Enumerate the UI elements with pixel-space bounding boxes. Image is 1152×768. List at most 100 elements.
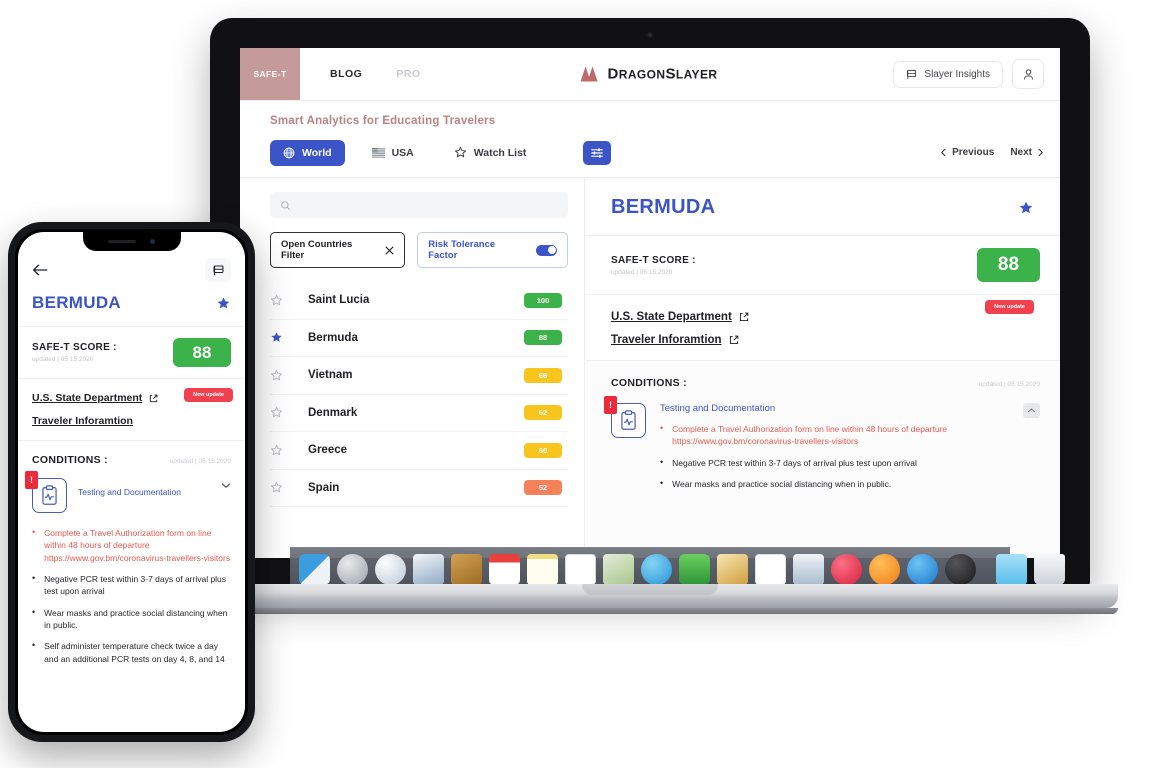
bullet-dot: • <box>32 572 36 583</box>
filter-chips: Open Countries Filter Risk Tolerance Fac… <box>270 232 568 268</box>
flag-icon[interactable] <box>205 258 231 282</box>
phone-mockup: BERMUDA SAFE-T SCORE : updated | 05.15.2… <box>8 222 255 742</box>
country-row[interactable]: Vietnam 68 <box>270 357 568 395</box>
slayer-insights-button[interactable]: Slayer Insights <box>893 60 1003 88</box>
tab-watch-list[interactable]: Watch List <box>441 139 540 166</box>
page-tagline: Smart Analytics for Educating Travelers <box>270 115 496 127</box>
star-outline-icon[interactable] <box>270 369 308 382</box>
detail-header: BERMUDA <box>585 178 1060 236</box>
search-field[interactable] <box>297 199 558 211</box>
country-score-badge: 68 <box>524 367 562 383</box>
search-input[interactable] <box>270 192 568 218</box>
condition-bullet: • Complete a Travel Authorization form o… <box>32 527 231 564</box>
app-navbar: SAFE-T BLOG PRO DRAGONSLAYER Slayer Insi… <box>240 48 1060 101</box>
conditions-section: CONDITIONS : updated | 05.15.2020 ! Test… <box>585 361 1060 500</box>
link-traveler-information[interactable]: Traveler Inforamtion <box>611 334 1040 346</box>
speaker-icon <box>108 240 136 243</box>
country-name: Saint Lucia <box>308 294 370 307</box>
star-outline-icon[interactable] <box>270 406 308 419</box>
tab-world[interactable]: World <box>270 139 345 166</box>
link-traveler-information[interactable]: Traveler Inforamtion <box>32 415 231 427</box>
person-icon <box>1022 68 1035 81</box>
account-button[interactable] <box>1012 59 1044 89</box>
country-name: Spain <box>308 481 340 494</box>
brand-logo: DRAGONSLAYER <box>580 66 718 83</box>
condition-bullet-text: Wear masks and practice social distancin… <box>44 607 228 630</box>
chevron-down-icon[interactable] <box>221 482 231 489</box>
condition-bullet-text: Complete a Travel Authorization form on … <box>44 528 231 563</box>
country-row[interactable]: Greece 60 <box>270 432 568 470</box>
phone-condition-content: Testing and Documentation <box>78 478 231 500</box>
country-row[interactable]: Bermuda 88 <box>270 320 568 357</box>
photos-icon[interactable] <box>413 554 444 585</box>
keynote-icon[interactable] <box>793 554 824 585</box>
arrow-left-icon[interactable] <box>32 263 49 277</box>
reminders-icon[interactable] <box>565 554 596 585</box>
star-filled-icon[interactable] <box>270 331 308 344</box>
country-name: Denmark <box>308 406 358 419</box>
star-outline-icon[interactable] <box>270 444 308 457</box>
link-us-state-department[interactable]: U.S. State Department <box>611 311 1040 323</box>
alert-badge: ! <box>25 471 38 489</box>
bullet-dot: • <box>660 423 664 433</box>
globe-icon <box>283 147 295 159</box>
star-filled-icon[interactable] <box>216 296 231 311</box>
condition-icon-wrap: ! <box>604 396 646 499</box>
system-preferences-icon[interactable] <box>945 554 976 585</box>
safet-score-label: SAFE-T SCORE : <box>611 254 696 266</box>
notes-icon[interactable] <box>527 554 558 585</box>
pages-icon[interactable] <box>717 554 748 585</box>
condition-bullet-text: Wear masks and practice social distancin… <box>672 478 892 489</box>
star-outline-icon[interactable] <box>270 294 308 307</box>
phone-condition-group: ! Testing and Documentation <box>18 466 245 513</box>
nav-tab-safet[interactable]: SAFE-T <box>240 48 300 100</box>
ibooks-icon[interactable] <box>869 554 900 585</box>
screenshot-stage: SAFE-T BLOG PRO DRAGONSLAYER Slayer Insi… <box>0 0 1152 768</box>
chevron-up-icon[interactable] <box>1023 403 1040 418</box>
country-row[interactable]: Spain 52 <box>270 470 568 507</box>
contacts-icon[interactable] <box>451 554 482 585</box>
itunes-icon[interactable] <box>831 554 862 585</box>
star-filled-icon[interactable] <box>1018 200 1034 216</box>
tab-usa[interactable]: USA <box>359 140 427 166</box>
finder-icon[interactable] <box>299 554 330 585</box>
country-name: Bermuda <box>308 331 358 344</box>
risk-tolerance-chip[interactable]: Risk Tolerance Factor <box>417 232 568 268</box>
chevron-left-icon <box>941 148 946 157</box>
sliders-icon <box>590 146 604 160</box>
conditions-title: CONDITIONS : <box>611 377 687 389</box>
messages-icon[interactable] <box>641 554 672 585</box>
country-name: Greece <box>308 444 348 457</box>
condition-bullets: • Complete a Travel Authorization form o… <box>660 423 1040 490</box>
phone-score-section: SAFE-T SCORE : updated | 05.15.2020 88 <box>18 327 245 379</box>
maps-icon[interactable] <box>603 554 634 585</box>
country-row[interactable]: Denmark 62 <box>270 395 568 432</box>
trash-icon[interactable] <box>1034 554 1065 585</box>
conditions-title: CONDITIONS : <box>32 454 108 466</box>
risk-tolerance-toggle[interactable] <box>536 244 557 256</box>
condition-bullet-text: Complete a Travel Authorization form on … <box>672 424 948 447</box>
downloads-folder-icon[interactable] <box>996 554 1027 585</box>
webcam-icon <box>647 32 653 38</box>
app-store-icon[interactable] <box>907 554 938 585</box>
laptop-screen: SAFE-T BLOG PRO DRAGONSLAYER Slayer Insi… <box>240 48 1060 558</box>
star-outline-icon[interactable] <box>270 481 308 494</box>
condition-bullet: • Wear masks and practice social distanc… <box>32 607 231 632</box>
filter-settings-button[interactable] <box>583 140 612 165</box>
next-button[interactable]: Next <box>1010 147 1044 158</box>
pagination: Previous Next <box>940 147 1044 158</box>
numbers-icon[interactable] <box>755 554 786 585</box>
previous-button[interactable]: Previous <box>940 147 994 158</box>
app-content: Open Countries Filter Risk Tolerance Fac… <box>240 178 1060 557</box>
safet-score-updated: updated | 05.15.2020 <box>32 356 94 363</box>
safari-icon[interactable] <box>375 554 406 585</box>
condition-bullet: • Negative PCR test within 3-7 days of a… <box>660 457 1040 469</box>
nav-link-pro[interactable]: PRO <box>396 68 420 80</box>
nav-link-blog[interactable]: BLOG <box>330 68 362 80</box>
launchpad-icon[interactable] <box>337 554 368 585</box>
facetime-icon[interactable] <box>679 554 710 585</box>
country-row[interactable]: Saint Lucia 100 <box>270 282 568 320</box>
calendar-icon[interactable] <box>489 554 520 585</box>
close-icon[interactable] <box>385 245 394 255</box>
open-countries-filter-chip[interactable]: Open Countries Filter <box>270 232 406 268</box>
